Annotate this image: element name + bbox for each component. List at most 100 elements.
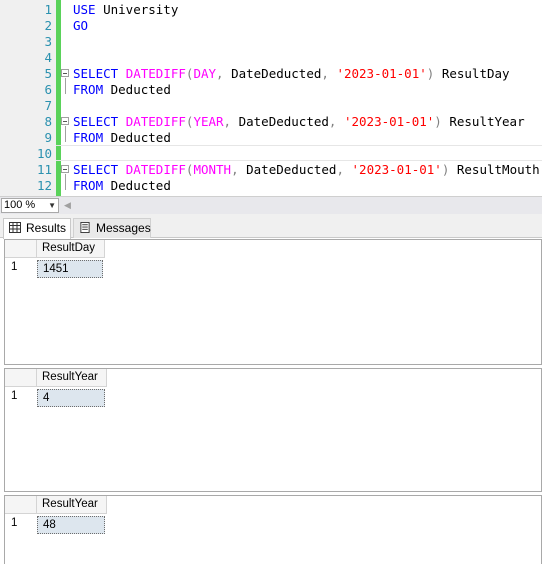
tab-results-label: Results [26, 221, 67, 235]
tab-results[interactable]: Results [3, 218, 71, 239]
code-token: ResultYear [441, 114, 525, 129]
column-header[interactable]: ResultYear [37, 369, 107, 387]
code-token: FROM [73, 178, 104, 193]
code-text: FROM Deducted [73, 178, 171, 194]
line-number: 11 [36, 162, 52, 177]
code-line[interactable]: 4 [0, 50, 542, 66]
grid-corner-cell[interactable] [5, 240, 37, 258]
code-token: USE [73, 2, 96, 17]
line-number: 4 [44, 50, 52, 65]
code-text: USE University [73, 2, 178, 18]
code-token: YEAR [193, 114, 224, 129]
code-token: , [216, 66, 224, 81]
messages-icon [80, 222, 90, 233]
result-cell-resultday[interactable]: 1451 [37, 260, 103, 278]
line-number: 6 [44, 82, 52, 97]
fold-guide [65, 78, 66, 94]
line-number: 2 [44, 18, 52, 33]
code-line[interactable]: 12 FROM Deducted [0, 178, 542, 194]
code-token: DAY [193, 66, 217, 81]
line-number: 12 [36, 178, 52, 193]
code-text: SELECT DATEDIFF(DAY, DateDeducted, '2023… [73, 66, 510, 82]
code-token: GO [73, 18, 89, 33]
collapse-icon[interactable] [61, 117, 69, 125]
row-number[interactable]: 1 [5, 258, 37, 276]
scroll-left-icon[interactable]: ◀ [64, 200, 71, 211]
code-token: SELECT [73, 114, 119, 129]
line-number: 8 [44, 114, 52, 129]
collapse-icon[interactable] [61, 69, 69, 77]
code-token: Deducted [103, 130, 171, 145]
code-line[interactable]: 11 SELECT DATEDIFF(MONTH, DateDeducted, '… [0, 162, 542, 178]
editor-status-bar: 100 % ▼ ◀ [0, 196, 542, 214]
code-text: GO [73, 18, 88, 34]
code-token: , [336, 162, 344, 177]
column-header[interactable]: ResultYear [37, 496, 107, 514]
code-token: , [223, 114, 232, 129]
line-number: 10 [36, 146, 52, 161]
result-grid-2[interactable]: ResultYear 1 4 [4, 368, 542, 492]
line-number: 1 [44, 2, 52, 17]
code-token: DATEDIFF [125, 114, 186, 129]
results-tabstrip: Results Messages [0, 214, 542, 239]
result-grid-1[interactable]: ResultDay 1 1451 [4, 239, 542, 365]
code-token: DateDeducted [223, 66, 322, 81]
code-token: , [231, 162, 239, 177]
code-token: DateDeducted [231, 114, 329, 129]
tab-messages-label: Messages [96, 221, 151, 235]
grid-corner-cell[interactable] [5, 369, 37, 387]
code-line[interactable]: 8 SELECT DATEDIFF(YEAR, DateDeducted, '20… [0, 114, 542, 130]
query-editor[interactable]: 1 USE University 2 GO 3 4 5 SELECT DATEDIFF(DAY… [0, 0, 542, 196]
fold-guide [65, 126, 66, 142]
tab-messages[interactable]: Messages [73, 218, 151, 238]
code-text: SELECT DATEDIFF(MONTH, DateDeducted, '20… [73, 162, 540, 178]
result-cell-resultyear[interactable]: 4 [37, 389, 105, 407]
code-line[interactable]: 7 [0, 98, 542, 114]
code-line[interactable]: 10 [0, 146, 542, 162]
code-token: SELECT [73, 162, 119, 177]
code-line[interactable]: 5 SELECT DATEDIFF(DAY, DateDeducted, '202… [0, 66, 542, 82]
code-token: '2023-01-01' [351, 162, 442, 177]
code-token: SELECT [73, 66, 119, 81]
code-token: ) [434, 114, 442, 129]
code-token: Deducted [103, 178, 171, 193]
code-token: , [321, 66, 329, 81]
fold-guide [65, 174, 66, 190]
line-number: 5 [44, 66, 52, 81]
code-line[interactable]: 3 [0, 34, 542, 50]
code-token: ResultDay [434, 66, 510, 81]
code-line[interactable]: 2 GO [0, 18, 542, 34]
chevron-down-icon: ▼ [48, 201, 56, 210]
column-header[interactable]: ResultDay [37, 240, 105, 258]
code-line[interactable]: 1 USE University [0, 2, 542, 18]
collapse-icon[interactable] [61, 165, 69, 173]
code-token: DATEDIFF [125, 162, 186, 177]
row-number[interactable]: 1 [5, 387, 37, 405]
code-line[interactable]: 6 FROM Deducted [0, 82, 542, 98]
code-token: DATEDIFF [125, 66, 186, 81]
line-number: 9 [44, 130, 52, 145]
zoom-dropdown[interactable]: 100 % ▼ [1, 198, 59, 213]
result-cell-resultmonth[interactable]: 48 [37, 516, 105, 534]
row-number[interactable]: 1 [5, 514, 37, 532]
code-token: FROM [73, 82, 104, 97]
code-token: Deducted [103, 82, 171, 97]
line-number: 3 [44, 34, 52, 49]
code-token: ResultMouth [449, 162, 540, 177]
code-token: '2023-01-01' [343, 114, 435, 129]
code-token: DateDeducted [238, 162, 337, 177]
code-text: FROM Deducted [73, 130, 171, 146]
result-grid-3[interactable]: ResultYear 1 48 [4, 495, 542, 564]
code-text: FROM Deducted [73, 82, 171, 98]
grid-corner-cell[interactable] [5, 496, 37, 514]
zoom-value: 100 % [4, 199, 36, 211]
code-token: '2023-01-01' [336, 66, 427, 81]
code-text: SELECT DATEDIFF(YEAR, DateDeducted, '202… [73, 114, 525, 130]
code-line[interactable]: 9 FROM Deducted [0, 130, 542, 146]
grid-icon [9, 222, 21, 233]
